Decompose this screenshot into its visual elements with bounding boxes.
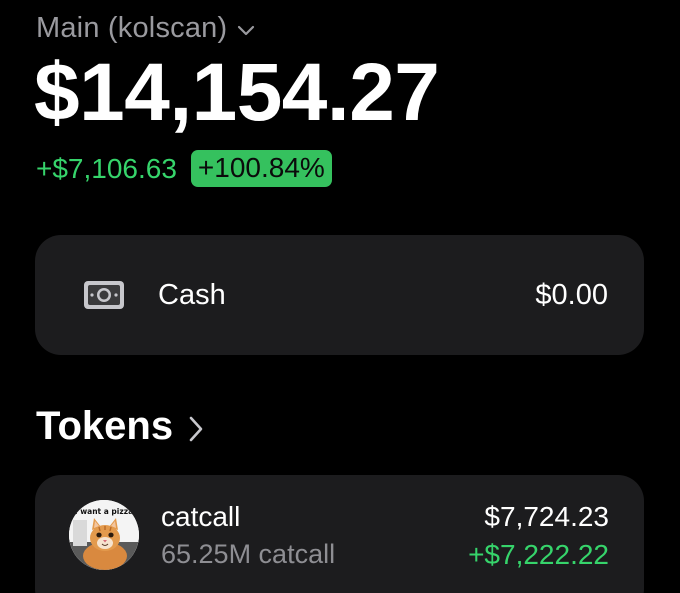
tokens-section-header[interactable]: Tokens [36,404,203,449]
token-value: $7,724.23 [484,501,609,532]
cash-label: Cash [158,279,226,311]
change-percent-badge: +100.84% [190,150,332,187]
chevron-down-icon [238,25,255,35]
portfolio-change: +$7,106.63 +100.84% [36,150,332,187]
banknote-icon [84,281,124,309]
portfolio-balance: $14,154.27 [34,47,440,138]
token-amount: 65.25M catcall [161,539,336,569]
cat-pizza-meme-icon: I want a pizza [69,500,139,570]
tokens-title: Tokens [36,404,174,448]
token-avatar: I want a pizza [69,500,139,570]
wallet-screen: Main (kolscan) $14,154.27 +$7,106.63 +10… [0,0,680,593]
chevron-right-icon [189,416,203,441]
change-amount: +$7,106.63 [36,152,177,184]
account-name: Main (kolscan) [36,12,228,44]
account-switcher[interactable]: Main (kolscan) [36,12,255,45]
cash-row[interactable]: Cash $0.00 [35,235,644,355]
cash-value: $0.00 [535,279,608,311]
token-change: +$7,222.22 [468,539,609,570]
avatar-caption: I want a pizza [75,507,133,516]
token-name: catcall [161,501,241,532]
token-row[interactable]: I want a pizza catcall 65.25M catcall $7… [35,475,644,593]
